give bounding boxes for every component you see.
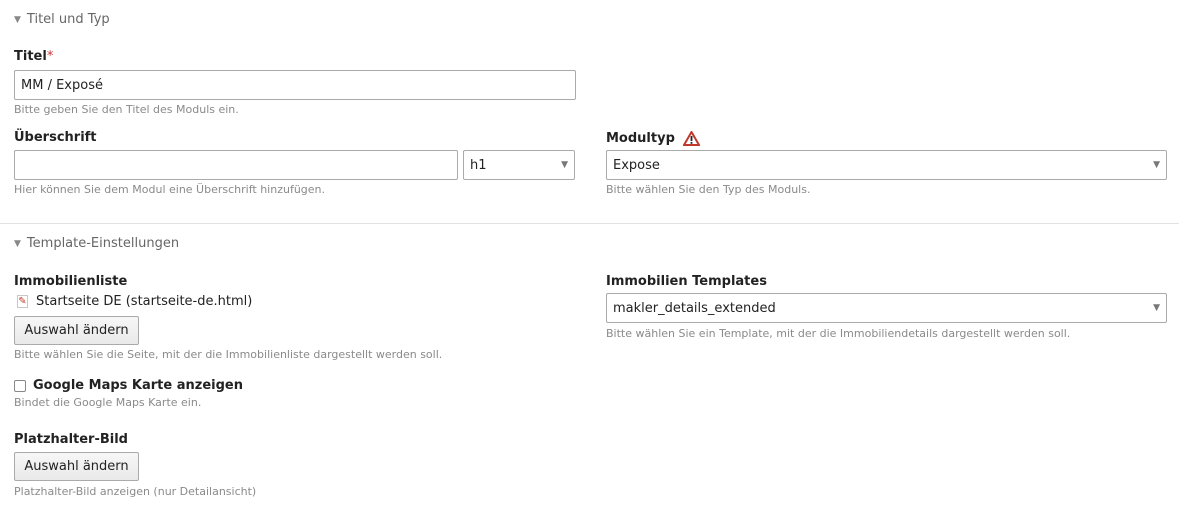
section-legend-label: Titel und Typ bbox=[26, 12, 110, 27]
headline-label: Überschrift bbox=[14, 130, 97, 145]
google-maps-row: Google Maps Karte anzeigen bbox=[14, 378, 243, 393]
change-selection-button[interactable]: Auswahl ändern bbox=[14, 316, 139, 345]
property-templates-label: Immobilien Templates bbox=[606, 274, 767, 289]
property-list-page-text: Startseite DE (startseite-de.html) bbox=[36, 294, 253, 309]
triangle-down-icon: ▼ bbox=[14, 238, 21, 249]
module-type-label: Modultyp bbox=[606, 131, 700, 146]
title-label: Titel* bbox=[14, 49, 53, 64]
section-legend-title-type[interactable]: ▼ Titel und Typ bbox=[14, 12, 110, 27]
section-legend-template[interactable]: ▼ Template-Einstellungen bbox=[14, 236, 179, 251]
title-input[interactable]: MM / Exposé bbox=[14, 70, 576, 100]
placeholder-change-selection-button[interactable]: Auswahl ändern bbox=[14, 452, 139, 481]
module-type-select[interactable]: Expose ▼ bbox=[606, 150, 1167, 180]
change-selection-button-label: Auswahl ändern bbox=[24, 323, 129, 338]
chevron-down-icon: ▼ bbox=[561, 160, 568, 170]
placeholder-image-help: Platzhalter-Bild anzeigen (nur Detailans… bbox=[14, 485, 257, 498]
section-legend-label: Template-Einstellungen bbox=[26, 236, 180, 251]
placeholder-image-label: Platzhalter-Bild bbox=[14, 432, 128, 447]
placeholder-change-selection-button-label: Auswahl ändern bbox=[24, 459, 129, 474]
property-templates-select[interactable]: makler_details_extended ▼ bbox=[606, 293, 1167, 323]
module-type-help: Bitte wählen Sie den Typ des Moduls. bbox=[606, 183, 811, 196]
page-icon: ✎ bbox=[17, 295, 28, 308]
headline-level-value: h1 bbox=[470, 157, 487, 173]
section-divider bbox=[0, 223, 1179, 224]
property-templates-value: makler_details_extended bbox=[613, 300, 776, 316]
chevron-down-icon: ▼ bbox=[1153, 160, 1160, 170]
required-mark: * bbox=[46, 49, 54, 64]
headline-help: Hier können Sie dem Modul eine Überschri… bbox=[14, 183, 326, 196]
property-list-selected-page: ✎ Startseite DE (startseite-de.html) bbox=[17, 294, 252, 309]
triangle-down-icon: ▼ bbox=[14, 14, 21, 25]
google-maps-label[interactable]: Google Maps Karte anzeigen bbox=[33, 378, 243, 393]
property-templates-help: Bitte wählen Sie ein Template, mit der d… bbox=[606, 327, 1071, 340]
headline-input[interactable] bbox=[14, 150, 458, 180]
title-help: Bitte geben Sie den Titel des Moduls ein… bbox=[14, 103, 239, 116]
headline-level-select[interactable]: h1 ▼ bbox=[463, 150, 575, 180]
title-label-text: Titel bbox=[14, 49, 47, 64]
module-type-label-text: Modultyp bbox=[606, 131, 675, 146]
title-input-value: MM / Exposé bbox=[21, 77, 103, 93]
google-maps-checkbox[interactable] bbox=[14, 379, 26, 392]
property-list-label: Immobilienliste bbox=[14, 274, 128, 289]
chevron-down-icon: ▼ bbox=[1153, 303, 1160, 313]
google-maps-help: Bindet die Google Maps Karte ein. bbox=[14, 396, 202, 409]
module-type-value: Expose bbox=[613, 157, 660, 173]
property-list-help: Bitte wählen Sie die Seite, mit der die … bbox=[14, 348, 443, 361]
warning-icon bbox=[682, 131, 700, 146]
